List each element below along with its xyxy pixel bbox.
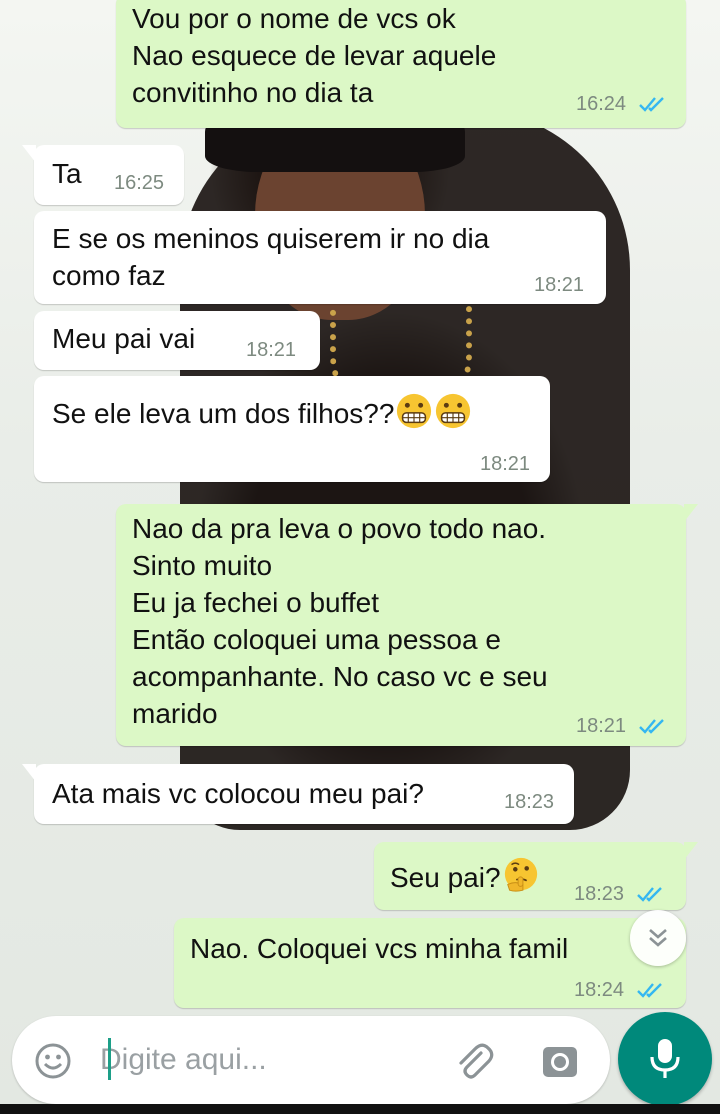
message-time: 18:21 <box>246 339 297 361</box>
message-outgoing[interactable]: Seu pai? 18:23 <box>374 842 698 910</box>
emoji-button[interactable] <box>32 1040 74 1082</box>
message-incoming[interactable]: Meu pai vai 18:21 <box>34 311 320 370</box>
message-time: 16:25 <box>114 172 165 194</box>
bubble-tail <box>684 504 698 522</box>
double-check-icon <box>637 983 662 998</box>
double-check-icon <box>639 719 664 734</box>
message-text: Meu pai vai <box>52 323 196 354</box>
message-time: 16:24 <box>576 93 627 115</box>
message-time: 18:21 <box>576 715 627 737</box>
message-text-content: Se ele leva um dos filhos?? <box>52 398 395 429</box>
mic-button[interactable] <box>618 1012 712 1106</box>
camera-icon <box>543 1047 577 1077</box>
message-time: 18:24 <box>574 979 625 1001</box>
message-input[interactable] <box>98 1032 432 1088</box>
double-check-icon <box>637 887 662 902</box>
camera-button[interactable] <box>538 1040 582 1084</box>
message-text-content: Seu pai? <box>390 862 501 893</box>
message-text: Se ele leva um dos filhos?? <box>52 392 472 432</box>
message-text: Ata mais vc colocou meu pai? <box>52 778 424 809</box>
grimacing-face-icon <box>436 393 471 429</box>
message-text: Seu pai? <box>390 856 540 896</box>
message-text: E se os meninos quiserem ir no dia como … <box>52 223 490 291</box>
double-check-icon <box>639 97 664 112</box>
scroll-to-bottom-button[interactable] <box>630 910 686 966</box>
bubble-tail <box>22 764 36 782</box>
message-incoming[interactable]: Ta 16:25 <box>22 145 184 205</box>
text-cursor <box>108 1038 111 1080</box>
smiley-icon <box>35 1043 71 1079</box>
paperclip-icon <box>459 1043 494 1079</box>
message-list[interactable]: Vou por o nome de vcs ok Nao esquece de … <box>0 0 720 1010</box>
double-chevron-down-icon <box>649 929 667 947</box>
thinking-face-icon <box>504 857 537 892</box>
message-incoming[interactable]: Ata mais vc colocou meu pai? 18:23 <box>22 764 574 824</box>
bubble-tail <box>684 842 698 860</box>
attach-button[interactable] <box>450 1038 496 1084</box>
message-time: 18:21 <box>534 274 585 296</box>
message-text: Vou por o nome de vcs ok Nao esquece de … <box>132 3 497 108</box>
message-time: 18:21 <box>480 453 531 475</box>
mic-icon <box>650 1039 680 1078</box>
message-text: Ta <box>52 158 82 189</box>
system-navigation-bar <box>0 1104 720 1114</box>
message-time: 18:23 <box>504 791 555 813</box>
message-outgoing[interactable]: Vou por o nome de vcs ok Nao esquece de … <box>116 0 686 128</box>
message-time: 18:23 <box>574 883 625 905</box>
bubble-tail <box>22 145 36 163</box>
message-text: Nao. Coloquei vcs minha famil <box>190 933 569 964</box>
message-incoming[interactable]: Se ele leva um dos filhos?? 18:21 <box>34 376 550 482</box>
message-outgoing[interactable]: Nao da pra leva o povo todo nao. Sinto m… <box>116 504 698 746</box>
message-incoming[interactable]: E se os meninos quiserem ir no dia como … <box>34 211 606 304</box>
message-composer <box>12 1016 610 1104</box>
message-outgoing[interactable]: Nao. Coloquei vcs minha famil 18:24 <box>174 918 686 1008</box>
grimacing-face-icon <box>397 393 432 429</box>
message-text: Nao da pra leva o povo todo nao. Sinto m… <box>132 513 548 729</box>
